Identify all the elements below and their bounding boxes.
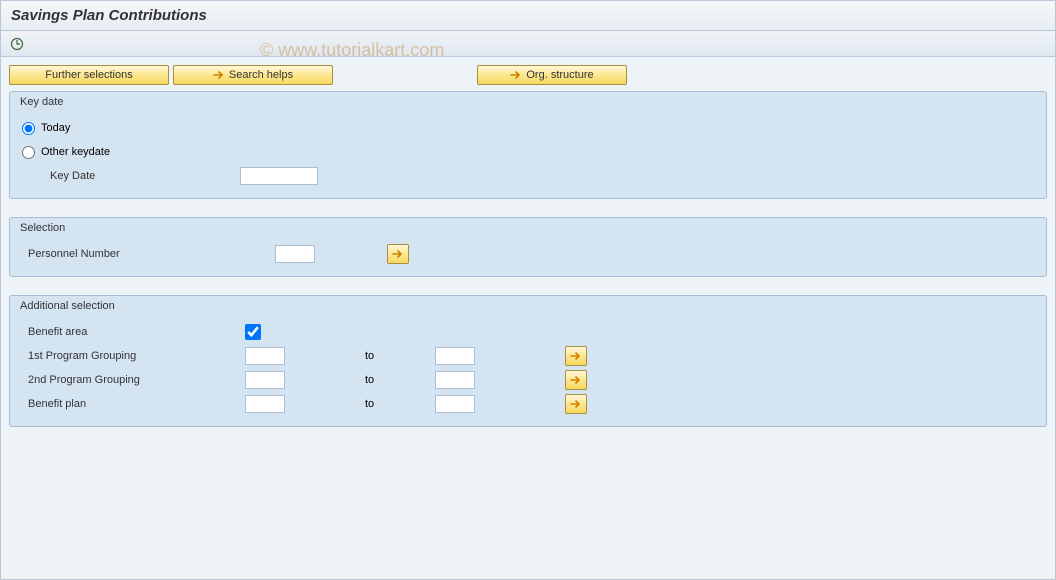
key-date-title: Key date [10,92,1046,114]
arrow-right-icon [213,70,225,80]
additional-selection-group: Additional selection Benefit area 1st Pr… [9,295,1047,427]
arrow-right-icon [570,399,582,409]
personnel-number-input[interactable] [275,245,315,263]
search-helps-label: Search helps [229,69,293,81]
selection-group: Selection Personnel Number [9,217,1047,277]
execute-icon[interactable] [9,36,25,52]
benefit-plan-label: Benefit plan [20,398,245,410]
program-grouping-2-label: 2nd Program Grouping [20,374,245,386]
app-toolbar [1,31,1055,57]
program-grouping-1-to-input[interactable] [435,347,475,365]
program-grouping-1-label: 1st Program Grouping [20,350,245,362]
selection-title: Selection [10,218,1046,240]
key-date-group: Key date Today Other keydate Key Date [9,91,1047,199]
further-selections-button[interactable]: Further selections [9,65,169,85]
personnel-number-label: Personnel Number [20,248,275,260]
other-keydate-radio-row: Other keydate [20,140,1036,164]
benefit-plan-to-input[interactable] [435,395,475,413]
benefit-area-row: Benefit area [20,320,1036,344]
key-date-input[interactable] [240,167,318,185]
to-label: to [355,374,435,386]
program-grouping-2-from-input[interactable] [245,371,285,389]
program-grouping-2-to-input[interactable] [435,371,475,389]
today-radio-row: Today [20,116,1036,140]
arrow-right-icon [510,70,522,80]
key-date-label: Key Date [20,170,240,182]
search-helps-button[interactable]: Search helps [173,65,333,85]
additional-selection-title: Additional selection [10,296,1046,318]
other-keydate-label: Other keydate [41,146,110,158]
main-content: Further selections Search helps Org. str… [1,57,1055,573]
today-radio[interactable] [22,122,35,135]
arrow-right-icon [570,351,582,361]
benefit-area-label: Benefit area [20,326,245,338]
program-grouping-1-from-input[interactable] [245,347,285,365]
today-label: Today [41,122,70,134]
benefit-plan-from-input[interactable] [245,395,285,413]
to-label: to [355,350,435,362]
program-grouping-1-multi-button[interactable] [565,346,587,366]
org-structure-button[interactable]: Org. structure [477,65,627,85]
benefit-plan-row: Benefit plan to [20,392,1036,416]
program-grouping-1-row: 1st Program Grouping to [20,344,1036,368]
selection-buttons: Further selections Search helps Org. str… [9,65,1047,85]
org-structure-label: Org. structure [526,69,593,81]
to-label: to [355,398,435,410]
personnel-number-row: Personnel Number [20,242,1036,266]
benefit-plan-multi-button[interactable] [565,394,587,414]
personnel-multi-select-button[interactable] [387,244,409,264]
program-grouping-2-row: 2nd Program Grouping to [20,368,1036,392]
arrow-right-icon [570,375,582,385]
page-title: Savings Plan Contributions [1,1,1055,31]
benefit-area-checkbox[interactable] [245,324,261,340]
program-grouping-2-multi-button[interactable] [565,370,587,390]
arrow-right-icon [392,249,404,259]
other-keydate-radio[interactable] [22,146,35,159]
key-date-field-row: Key Date [20,164,1036,188]
